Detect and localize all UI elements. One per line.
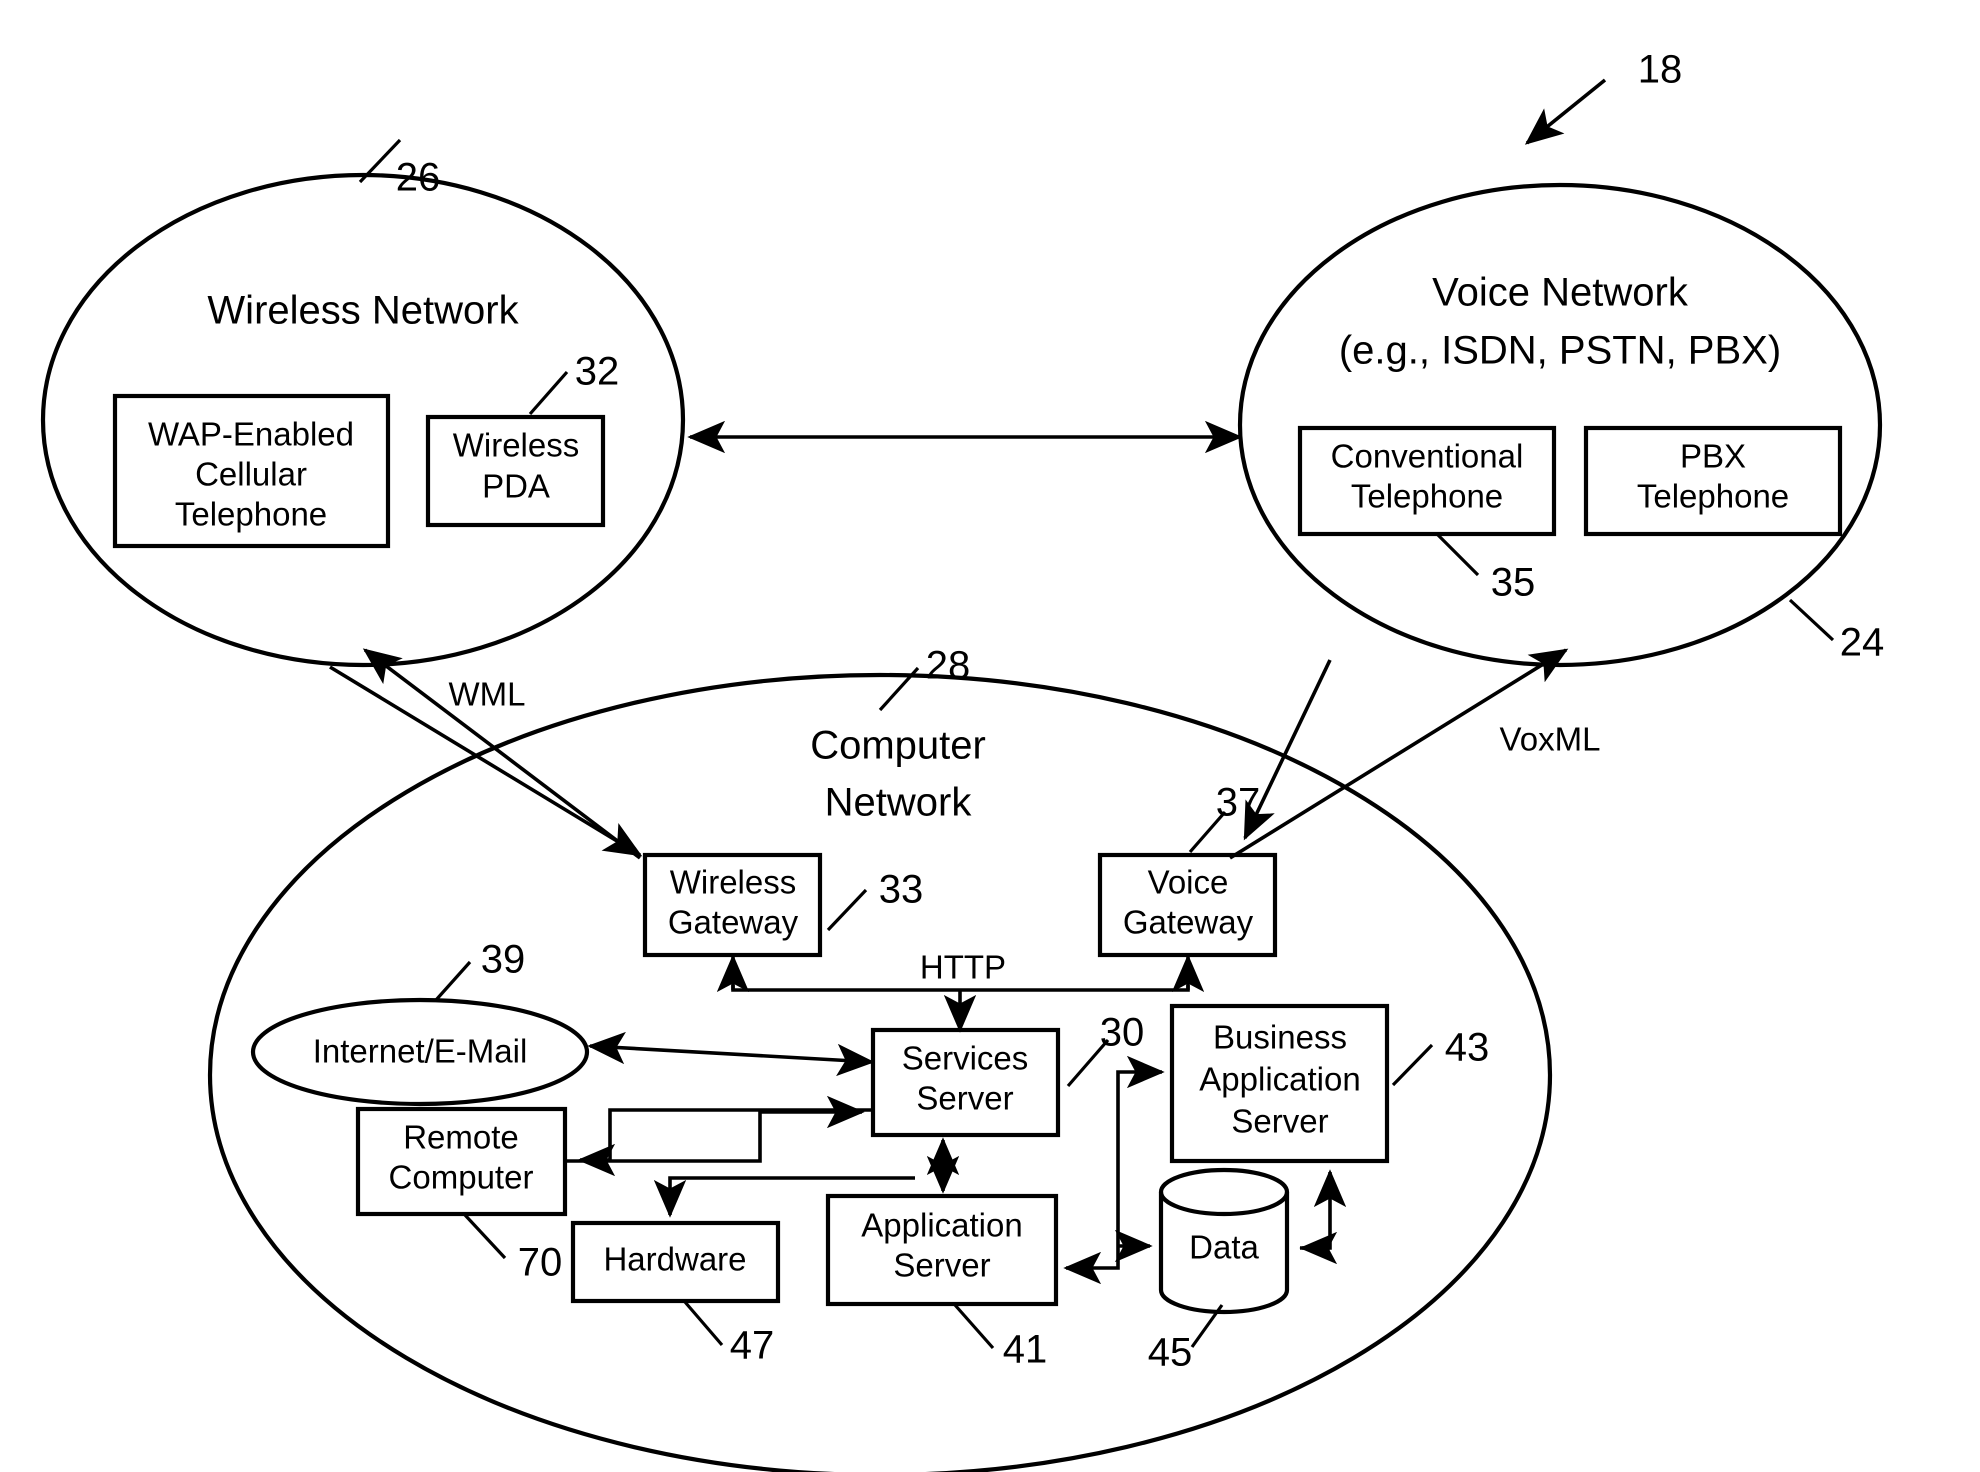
services-to-remote-computer-link <box>577 1108 873 1177</box>
business-app-server-label-line3: Server <box>1231 1103 1328 1140</box>
trunk-to-business-app-server-arrow <box>1116 1055 1165 1256</box>
services-server-label-line1: Services <box>902 1040 1029 1077</box>
remote-computer-leader <box>463 1213 507 1260</box>
application-server-label-line1: Application <box>861 1207 1022 1244</box>
pbx-telephone-label-line2: Telephone <box>1637 478 1789 515</box>
data-group: Data 45 <box>1148 1167 1290 1375</box>
voxml-label: VoxML <box>1500 721 1601 758</box>
wireless-gateway-label-line1: Wireless <box>670 864 797 901</box>
ref-45: 45 <box>1148 1331 1193 1375</box>
pbx-telephone-label-line1: PBX <box>1680 438 1746 475</box>
conventional-telephone-label-line2: Telephone <box>1351 478 1503 515</box>
wireless-pda-leader <box>528 370 569 416</box>
application-server-group: Application Server 41 <box>825 1193 1059 1372</box>
ref-24: 24 <box>1840 621 1885 665</box>
ref-37: 37 <box>1216 781 1261 825</box>
wireless-network-title: Wireless Network <box>207 289 519 333</box>
data-business-app-link <box>1299 1169 1347 1265</box>
wireless-pda-label-line1: Wireless <box>453 427 580 464</box>
wap-phone-label-line3: Telephone <box>175 496 327 533</box>
ref-47: 47 <box>730 1324 775 1368</box>
ref-30: 30 <box>1100 1011 1145 1055</box>
system-ref-pointer: 18 <box>1524 48 1683 145</box>
wap-phone-label-line1: WAP-Enabled <box>148 416 354 453</box>
voice-gateway-label-line2: Gateway <box>1123 904 1254 941</box>
http-label: HTTP <box>920 949 1006 986</box>
services-server-group: Services Server 30 <box>870 1011 1145 1138</box>
http-bus-line <box>731 985 1190 992</box>
ref-32: 32 <box>575 350 620 394</box>
hardware-label: Hardware <box>603 1241 746 1278</box>
ref-39: 39 <box>481 938 526 982</box>
data-cylinder-top <box>1158 1167 1290 1217</box>
conventional-telephone-leader <box>1435 532 1480 577</box>
conventional-telephone-label-line1: Conventional <box>1331 438 1524 475</box>
wireless-pda-label-line2: PDA <box>482 468 550 505</box>
ref-26: 26 <box>396 156 441 200</box>
voice-network-group: Voice Network (e.g., ISDN, PSTN, PBX) Co… <box>1237 182 1885 668</box>
voice-network-title-line1: Voice Network <box>1432 271 1689 315</box>
figure-canvas: 18 Wireless Network 26 WAP-Enabled Cellu… <box>0 0 1980 1472</box>
wireless-gateway-group: Wireless Gateway 33 <box>642 852 924 958</box>
voice-gateway-group: Voice Gateway 37 <box>1097 781 1278 958</box>
ref-35: 35 <box>1491 561 1536 605</box>
voice-network-leader <box>1788 598 1835 642</box>
voice-network-ellipse <box>1237 182 1883 668</box>
internet-services-bidirectional-arrow <box>587 1031 875 1077</box>
ref-18: 18 <box>1638 48 1683 92</box>
application-server-label-line2: Server <box>893 1247 990 1284</box>
business-application-server-group: Business Application Server 43 <box>1169 1003 1490 1164</box>
ref-33: 33 <box>879 868 924 912</box>
wireless-network-ellipse <box>40 172 686 668</box>
internet-email-leader <box>434 960 472 1002</box>
internet-email-label: Internet/E-Mail <box>313 1033 528 1070</box>
remote-computer-label-line2: Computer <box>389 1159 534 1196</box>
services-to-business-data-link <box>1063 1055 1165 1285</box>
internet-email-group: Internet/E-Mail 39 <box>250 938 590 1107</box>
wap-phone-label-line2: Cellular <box>195 456 307 493</box>
computer-network-title-line2: Network <box>825 781 973 825</box>
wireless-network-group: Wireless Network 26 WAP-Enabled Cellular… <box>40 138 686 668</box>
wireless-gateway-label-line2: Gateway <box>668 904 799 941</box>
voice-gateway-label-line1: Voice <box>1148 864 1229 901</box>
system-ref-arrow <box>1524 78 1607 145</box>
remote-computer-label-line1: Remote <box>403 1119 519 1156</box>
business-app-server-label-line1: Business <box>1213 1019 1347 1056</box>
ref-28: 28 <box>926 644 971 688</box>
data-label: Data <box>1189 1229 1259 1266</box>
ref-70: 70 <box>518 1241 563 1285</box>
remote-computer-group: Remote Computer 70 <box>355 1106 568 1285</box>
hardware-group: Hardware 47 <box>570 1220 781 1368</box>
services-to-remote-computer-arrow <box>577 1108 873 1177</box>
wml-link: WML <box>362 648 642 860</box>
trunk-to-application-server-arrow <box>1063 1251 1120 1285</box>
wireless-gateway-leader <box>826 888 868 932</box>
application-server-leader <box>953 1303 995 1350</box>
services-server-label-line2: Server <box>916 1080 1013 1117</box>
business-app-server-label-line2: Application <box>1199 1061 1360 1098</box>
network-architecture-diagram: 18 Wireless Network 26 WAP-Enabled Cellu… <box>40 48 1885 1472</box>
voice-network-title-line2: (e.g., ISDN, PSTN, PBX) <box>1339 329 1781 373</box>
ref-43: 43 <box>1445 1026 1490 1070</box>
computer-network-title-line1: Computer <box>810 724 986 768</box>
voxml-link: VoxML <box>1229 648 1601 860</box>
hardware-leader <box>683 1300 724 1347</box>
business-app-server-leader <box>1391 1043 1434 1087</box>
data-to-business-app-arrow <box>1300 1169 1347 1250</box>
internet-services-link <box>587 1031 875 1077</box>
ref-41: 41 <box>1003 1328 1048 1372</box>
wml-label: WML <box>449 676 526 713</box>
